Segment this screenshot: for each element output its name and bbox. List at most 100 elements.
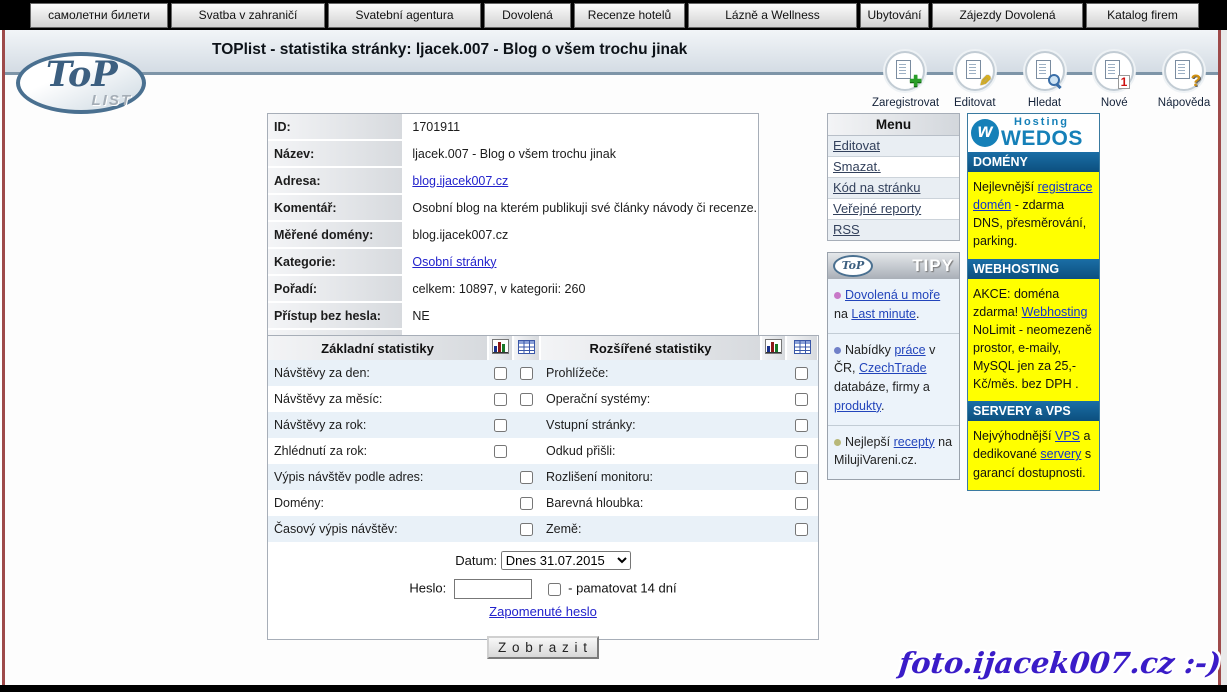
help-circle: ? [1164,51,1204,91]
tab-svatebni-agentura[interactable]: Svatební agentura [328,3,481,28]
stat-checkbox[interactable] [494,445,507,458]
remember-checkbox[interactable] [548,583,561,596]
new-button[interactable]: 1 Nové [1081,51,1147,109]
basic-stats-header: Základní statistiky [268,336,488,360]
password-input[interactable] [454,579,532,599]
site-address-link[interactable]: blog.ijacek007.cz [412,174,508,188]
menu-item-kod-na-stranku[interactable]: Kód na stránku [828,178,959,199]
register-button[interactable]: ✚ Zaregistrovat [872,51,938,109]
table-row: ID: 1701911 [268,114,758,140]
stat-label: Domény: [268,490,488,516]
stat-checkbox[interactable] [520,523,533,536]
stat-checkbox[interactable] [795,445,808,458]
wedos-brand: Hosting WEDOS [1001,117,1083,149]
edit-button[interactable]: ✎ Editovat [942,51,1008,109]
stat-label: Vstupní stránky: [540,412,761,438]
stat-checkbox[interactable] [795,497,808,510]
table-row: Časový výpis návštěv: Země: [268,516,818,542]
tab-samoletni-bileti[interactable]: самолетни билети [30,3,168,28]
tips-title: TIPY [912,256,954,276]
stat-checkbox[interactable] [795,419,808,432]
search-label: Hledat [1012,97,1078,109]
stat-checkbox[interactable] [494,367,507,380]
info-label-kategorie: Kategorie: [268,248,402,275]
info-value-komentar: Osobní blog na kterém publikuji své člán… [402,194,758,221]
list-item: Nabídky práce v ČR, CzechTrade databáze,… [828,334,959,426]
menu-item-rss[interactable]: RSS [828,220,959,240]
watermark-text: foto.ijacek007.cz :-) [897,646,1223,680]
tip-link-produkty[interactable]: produkty [834,399,881,413]
table-row: Komentář: Osobní blog na kterém publikuj… [268,194,758,221]
ad-body-webhosting: AKCE: doména zdarma! Webhosting NoLimit … [968,279,1099,402]
document-icon [1175,60,1190,79]
list-item: Dovolená u moře na Last minute. [828,279,959,334]
table-icon [513,336,540,360]
stat-checkbox[interactable] [795,471,808,484]
edit-circle: ✎ [955,51,995,91]
tab-svatba-v-zahranici[interactable]: Svatba v zahraničí [171,3,325,28]
category-link[interactable]: Osobní stránky [412,255,496,269]
toplist-statistics-page: самолетни билети Svatba v zahraničí Svat… [0,0,1227,692]
info-label-merene-domeny: Měřené domény: [268,221,402,248]
table-row: Přístup bez hesla: NE [268,302,758,329]
right-gutter [1221,30,1227,685]
bottom-black-bar [0,685,1227,692]
stat-checkbox[interactable] [494,393,507,406]
date-select[interactable]: Dnes 31.07.2015 [501,551,631,570]
info-value-nazev: ljacek.007 - Blog o všem trochu jinak [402,140,758,167]
help-button[interactable]: ? Nápověda [1151,51,1217,109]
stat-checkbox[interactable] [494,419,507,432]
tab-zajezdy-dovolena[interactable]: Zájezdy Dovolená [932,3,1083,28]
tab-dovolena[interactable]: Dovolená [484,3,571,28]
pencil-icon: ✎ [979,74,992,89]
tab-recenze-hotelu[interactable]: Recenze hotelů [574,3,685,28]
wedos-logo-icon: w [971,119,999,147]
statistics-table: Základní statistiky Rozšířené statistiky… [268,336,818,542]
register-circle: ✚ [885,51,925,91]
stat-label: Výpis návštěv podle adres: [268,464,488,490]
stat-label: Návštěvy za měsíc: [268,386,488,412]
statistics-box: Základní statistiky Rozšířené statistiky… [267,335,819,640]
bar-chart-icon [761,336,786,360]
menu-item-editovat[interactable]: Editovat [828,136,959,157]
tip-link-dovolena[interactable]: Dovolená u moře [845,288,940,302]
toplist-logo[interactable]: ToP LIST [16,52,146,114]
tab-katalog-firem[interactable]: Katalog firem [1086,3,1199,28]
tab-ubytovani[interactable]: Ubytování [860,3,929,28]
search-button[interactable]: Hledat [1012,51,1078,109]
stat-checkbox[interactable] [795,523,808,536]
tip-link-prace[interactable]: práce [894,343,925,357]
new-circle: 1 [1094,51,1134,91]
table-row: Kategorie: Osobní stránky [268,248,758,275]
bullet-icon [834,292,841,299]
stat-checkbox[interactable] [520,471,533,484]
menu-item-smazat[interactable]: Smazat. [828,157,959,178]
table-icon [786,336,818,360]
stat-checkbox[interactable] [520,393,533,406]
stats-form: Datum: Dnes 31.07.2015 Heslo: - pamatova… [268,551,818,659]
stat-checkbox[interactable] [520,497,533,510]
site-info-box: ID: 1701911 Název: ljacek.007 - Blog o v… [267,113,759,356]
forgot-password-link[interactable]: Zapomenuté heslo [489,604,597,619]
menu-item-verejne-reporty[interactable]: Veřejné reporty [828,199,959,220]
ad-link-webhosting[interactable]: Webhosting [1022,305,1088,319]
table-row: Pořadí: celkem: 10897, v kategorii: 260 [268,275,758,302]
tip-link-last-minute[interactable]: Last minute [851,307,916,321]
bullet-icon [834,439,841,446]
tab-lazne-a-wellness[interactable]: Lázně a Wellness [688,3,857,28]
ad-link-servery[interactable]: servery [1040,447,1081,461]
info-label-nazev: Název: [268,140,402,167]
tip-link-recepty[interactable]: recepty [894,435,935,449]
tip-link-czechtrade[interactable]: CzechTrade [859,361,927,375]
table-row: Název: ljacek.007 - Blog o všem trochu j… [268,140,758,167]
top-tab-bar: самолетни билети Svatba v zahraničí Svat… [0,0,1227,30]
list-item: Nejlepší recepty na MilujiVareni.cz. [828,426,959,480]
right-edge-border [1218,30,1221,685]
stat-checkbox[interactable] [795,367,808,380]
remember-label: - pamatovat 14 dní [568,580,676,595]
stat-checkbox[interactable] [795,393,808,406]
ad-link-vps[interactable]: VPS [1055,429,1080,443]
wedos-ad[interactable]: w Hosting WEDOS DOMÉNY Nejlevnější regis… [967,113,1100,491]
stat-checkbox[interactable] [520,367,533,380]
show-button[interactable]: Z o b r a z i t [487,636,599,659]
